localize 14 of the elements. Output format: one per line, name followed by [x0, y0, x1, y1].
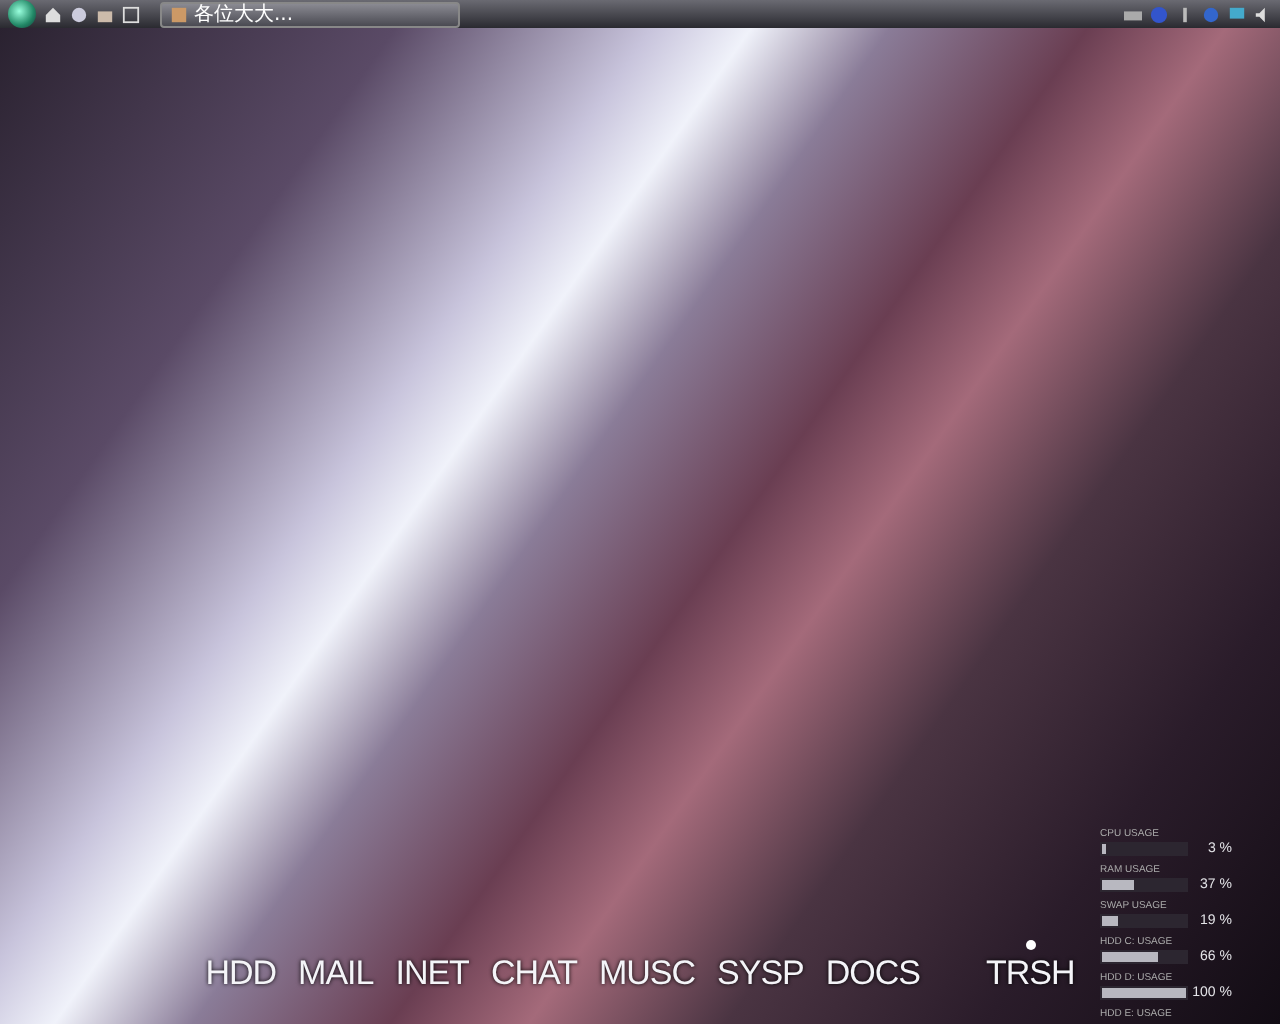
dock-item[interactable]: HDD — [205, 956, 277, 992]
dock-item[interactable]: SYSP — [717, 956, 804, 992]
monitor-icon[interactable] — [1228, 5, 1246, 23]
start-button[interactable] — [8, 0, 36, 28]
dock-item[interactable]: MAIL — [298, 956, 374, 992]
dock-item[interactable]: DOCS — [825, 956, 921, 992]
house-icon[interactable] — [44, 5, 62, 23]
dock-item[interactable]: TRSH — [986, 956, 1075, 992]
dock-item[interactable]: INET — [395, 956, 469, 992]
app-icon — [170, 5, 188, 23]
dock-item[interactable]: MUSC — [598, 956, 696, 992]
window-icon[interactable] — [122, 5, 140, 23]
task-button[interactable]: 各位大大... — [160, 1, 460, 27]
dock-item[interactable]: CHAT — [490, 956, 577, 992]
